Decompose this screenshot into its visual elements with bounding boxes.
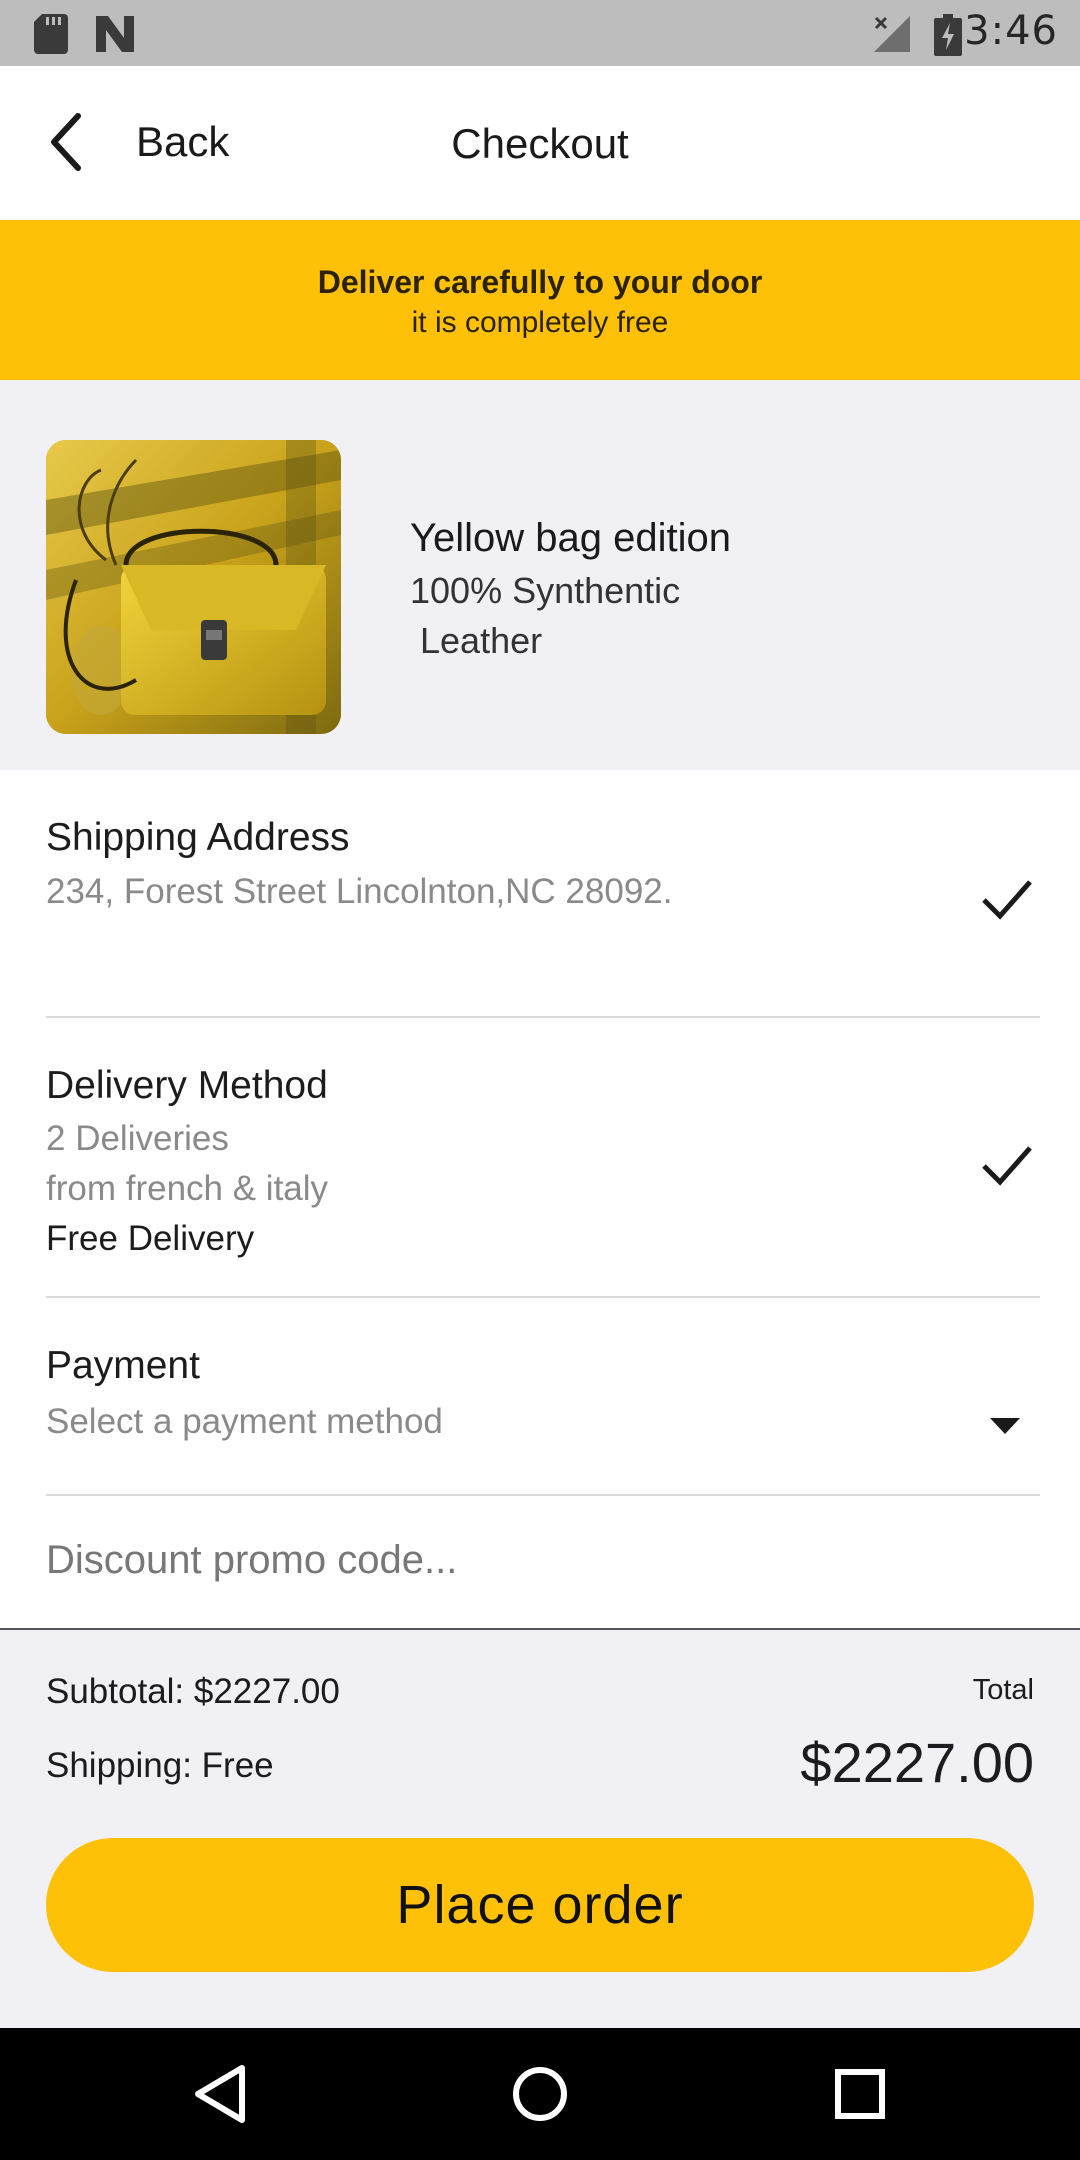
divider bbox=[46, 1016, 1040, 1018]
free-delivery-banner: Deliver carefully to your door it is com… bbox=[0, 220, 1080, 380]
home-circle-icon[interactable] bbox=[504, 2058, 576, 2130]
system-nav-bar bbox=[0, 2028, 1080, 2160]
product-description: 100% Synthentic Leather bbox=[410, 570, 681, 661]
recents-square-icon[interactable] bbox=[824, 2058, 896, 2130]
payment-select[interactable]: Select a payment method bbox=[46, 1402, 1040, 1442]
product-name: Yellow bag edition bbox=[410, 516, 731, 560]
battery-charging-icon bbox=[934, 14, 962, 56]
payment-section[interactable]: Payment Select a payment method bbox=[46, 1344, 1040, 1442]
promo-code-input[interactable]: Discount promo code... bbox=[46, 1538, 1040, 1583]
total-label: Total bbox=[972, 1674, 1034, 1706]
back-triangle-icon[interactable] bbox=[184, 2058, 256, 2130]
banner-subtitle: it is completely free bbox=[411, 306, 669, 339]
payment-title: Payment bbox=[46, 1344, 200, 1387]
total-value: $2227.00 bbox=[800, 1731, 1034, 1794]
divider bbox=[46, 1494, 1040, 1496]
subtotal: Subtotal: $2227.00 bbox=[46, 1672, 340, 1711]
banner-title: Deliver carefully to your door bbox=[317, 264, 763, 300]
checkout-details: Shipping Address 234, Forest Street Linc… bbox=[0, 770, 1080, 1631]
delivery-cost: Free Delivery bbox=[46, 1219, 255, 1258]
n-logo-icon bbox=[96, 16, 134, 52]
divider bbox=[46, 1296, 1040, 1298]
delivery-method-title: Delivery Method bbox=[46, 1064, 328, 1107]
clock: 3:46 bbox=[964, 8, 1058, 54]
delivery-method-section[interactable]: Delivery Method 2 Deliveries from french… bbox=[46, 1064, 1040, 1264]
status-bar: 3:46 bbox=[0, 0, 1080, 66]
no-signal-icon bbox=[874, 16, 910, 52]
checkmark-icon[interactable] bbox=[980, 872, 1034, 926]
dropdown-arrow-icon[interactable] bbox=[990, 1418, 1020, 1436]
app-bar: Back Checkout bbox=[0, 66, 1080, 220]
product-image bbox=[46, 440, 341, 734]
shipping-address-value: 234, Forest Street Lincolnton,NC 28092. bbox=[46, 872, 673, 911]
shipping-cost: Shipping: Free bbox=[46, 1746, 274, 1785]
place-order-button[interactable]: Place order bbox=[46, 1838, 1034, 1972]
shipping-address-section[interactable]: Shipping Address 234, Forest Street Linc… bbox=[46, 816, 1040, 912]
delivery-count: 2 Deliveries bbox=[46, 1119, 229, 1158]
product-card: Yellow bag edition 100% Synthentic Leath… bbox=[0, 380, 1080, 770]
sd-card-icon bbox=[34, 14, 68, 54]
delivery-origin: from french & italy bbox=[46, 1169, 329, 1208]
order-summary: Subtotal: $2227.00 Shipping: Free Total … bbox=[0, 1630, 1080, 2028]
page-title: Checkout bbox=[451, 120, 629, 167]
shipping-address-title: Shipping Address bbox=[46, 816, 350, 859]
checkmark-icon[interactable] bbox=[980, 1138, 1034, 1192]
